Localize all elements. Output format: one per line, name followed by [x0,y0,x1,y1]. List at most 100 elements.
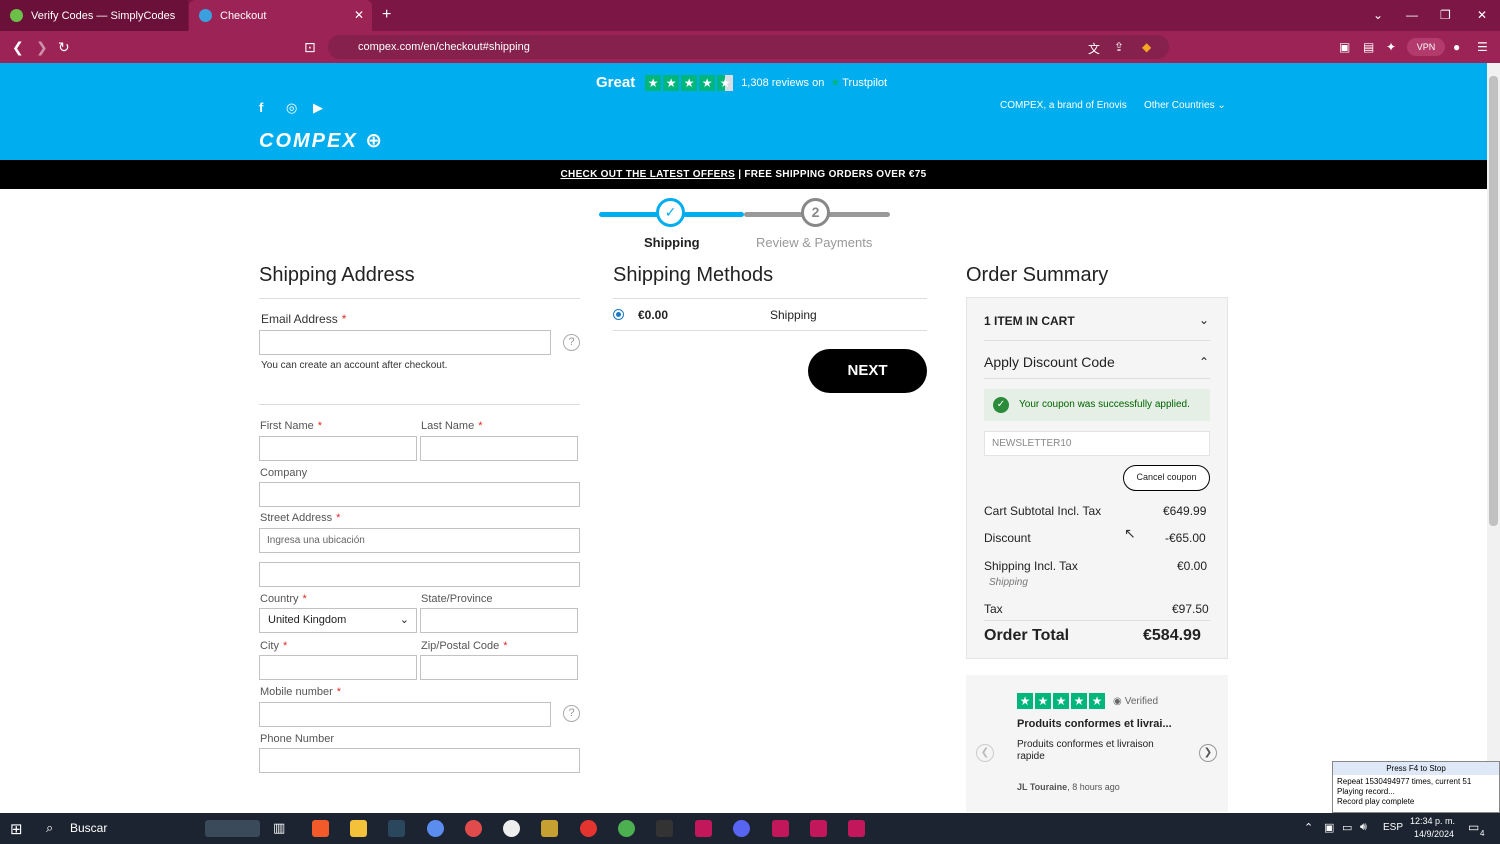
youtube-icon[interactable]: ▶ [313,100,323,116]
vpn-button[interactable]: VPN [1407,38,1445,56]
step-check-icon: ✓ [656,198,685,227]
sidebar-icon[interactable]: ▣ [1339,40,1350,54]
trustpilot-banner[interactable]: Great ★ ★ ★ ★ ★ 1,308 reviews on ★ Trust… [596,74,887,91]
last-name-label: Last Name * [421,420,483,432]
brave-window-icon[interactable] [810,820,827,837]
file-explorer-icon[interactable] [350,820,367,837]
divider [259,404,580,405]
browser-tab-bar: Verify Codes — SimplyCodes Checkout ✕ + … [0,0,1500,31]
scrollbar-thumb[interactable] [1489,76,1498,526]
close-window-icon[interactable]: ✕ [1477,8,1487,22]
search-highlight-icon[interactable] [205,820,260,837]
street-label: Street Address * [260,512,341,524]
apply-discount-toggle[interactable]: Apply Discount Code [984,354,1115,370]
email-field[interactable] [259,330,551,355]
wallet-icon[interactable]: ▤ [1363,40,1374,54]
country-select[interactable]: United Kingdom ⌄ [259,608,417,633]
close-tab-icon[interactable]: ✕ [354,8,364,22]
promo-text: | FREE SHIPPING ORDERS OVER €75 [735,169,927,180]
last-name-field[interactable] [420,436,578,461]
next-review-icon[interactable]: ❯ [1199,744,1217,762]
shipping-method-radio[interactable] [613,309,624,320]
tray-app-icon[interactable]: ▣ [1324,821,1334,834]
app-icon[interactable] [427,820,444,837]
chevron-down-icon[interactable]: ⌄ [1199,313,1209,327]
prev-review-icon[interactable]: ❮ [976,744,994,762]
phone-field[interactable] [259,748,580,773]
tab-simplycodes[interactable]: Verify Codes — SimplyCodes [0,0,188,31]
instagram-icon[interactable]: ◎ [286,100,297,116]
step-number: 2 [811,204,820,220]
brave-window-icon[interactable] [848,820,865,837]
compex-logo[interactable]: COMPEX ⊕ [259,128,384,153]
other-countries-dropdown[interactable]: Other Countries ⌄ [1144,100,1226,111]
notifications-icon[interactable]: ▭ [1468,820,1479,834]
shipping-price: €0.00 [638,308,669,322]
app-icon[interactable] [580,820,597,837]
coupon-code-field[interactable]: NEWSLETTER10 [984,431,1210,456]
facebook-icon[interactable]: f [259,100,263,115]
chrome-icon[interactable] [618,820,635,837]
items-in-cart-toggle[interactable]: 1 ITEM IN CART [984,314,1075,328]
minimize-icon[interactable]: — [1406,8,1418,22]
review-title[interactable]: Produits conformes et livrai... [1017,718,1172,730]
coupon-success-message: ✓ Your coupon was successfully applied. [984,389,1210,421]
zip-field[interactable] [420,655,578,680]
street-field[interactable]: Ingresa una ubicación [259,528,580,553]
forward-icon[interactable]: ❯ [36,39,48,56]
task-view-icon[interactable]: ▥ [273,820,290,837]
app-icon[interactable] [656,820,673,837]
review-author: JL Touraine, 8 hours ago [1017,782,1120,792]
brave-shield-icon[interactable]: ◆ [1142,40,1151,54]
volume-icon[interactable]: 🔊︎ [1360,821,1367,834]
offers-link[interactable]: CHECK OUT THE LATEST OFFERS [561,169,736,180]
next-button[interactable]: NEXT [808,349,927,393]
tray-chevron-icon[interactable]: ⌃ [1304,821,1313,834]
cancel-coupon-button[interactable]: Cancel coupon [1123,465,1210,491]
profile-icon[interactable]: ● [1453,40,1460,54]
taskbar-search[interactable]: Buscar [70,821,107,835]
city-field[interactable] [259,655,417,680]
new-tab-icon[interactable]: + [382,6,391,24]
search-icon[interactable]: ⌕ [46,820,53,836]
overlay-title: Press F4 to Stop [1333,762,1499,775]
network-icon[interactable]: ▭ [1342,821,1352,834]
translate-icon[interactable]: 文 [1088,40,1100,57]
tab-list-chevron-icon[interactable]: ⌄ [1373,8,1383,22]
state-field[interactable] [420,608,578,633]
tab-title: Verify Codes — SimplyCodes [31,9,176,22]
company-field[interactable] [259,482,580,507]
clock-time[interactable]: 12:34 p. m. [1410,816,1455,826]
maximize-icon[interactable]: ❐ [1440,8,1451,22]
discount-label: Discount [984,531,1031,545]
notification-count: 4 [1480,829,1485,838]
brave-window-icon[interactable] [695,820,712,837]
first-name-field[interactable] [259,436,417,461]
clock-date[interactable]: 14/9/2024 [1414,829,1454,839]
brave-icon[interactable] [312,820,329,837]
app-icon[interactable] [503,820,520,837]
share-icon[interactable]: ⇪ [1114,40,1124,54]
steam-icon[interactable] [388,820,405,837]
back-icon[interactable]: ❮ [12,39,24,56]
leo-ai-icon[interactable]: ✦ [1386,40,1396,54]
windows-start-icon[interactable]: ⊞ [10,820,23,838]
brand-link[interactable]: COMPEX, a brand of Enovis [1000,100,1127,111]
mobile-field[interactable] [259,702,551,727]
url-field[interactable]: compex.com/en/checkout#shipping [328,35,1169,59]
help-icon[interactable]: ? [563,334,580,351]
reload-icon[interactable]: ↻ [58,39,70,56]
language-indicator[interactable]: ESP [1383,822,1403,833]
help-icon[interactable]: ? [563,705,580,722]
bookmark-icon[interactable]: ⊡ [304,39,316,56]
app-icon[interactable] [465,820,482,837]
discord-icon[interactable] [733,820,750,837]
street-line-2-field[interactable] [259,562,580,587]
brave-window-icon[interactable] [772,820,789,837]
menu-icon[interactable]: ☰ [1477,40,1488,54]
review-body: Produits conformes et livraison rapide [1017,739,1154,762]
tab-checkout[interactable]: Checkout ✕ [189,0,372,31]
app-icon[interactable] [541,820,558,837]
chevron-up-icon[interactable]: ⌃ [1199,355,1209,369]
macro-recorder-overlay: Press F4 to Stop Repeat 1530494977 times… [1332,761,1500,813]
